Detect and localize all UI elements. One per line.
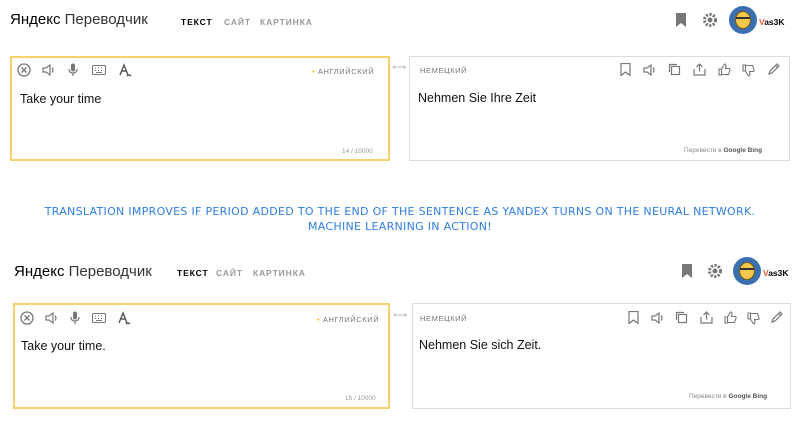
bookmark-icon[interactable]	[628, 311, 639, 324]
tab-site[interactable]: САЙТ	[216, 268, 243, 278]
tab-site[interactable]: САЙТ	[224, 17, 251, 27]
keyboard-icon[interactable]	[92, 313, 106, 323]
tab-image[interactable]: КАРТИНКА	[253, 268, 306, 278]
translated-text: Nehmen Sie sich Zeit.	[419, 338, 542, 352]
source-text-box[interactable]: • АНГЛИЙСКИЙ Take your time 14 / 10000	[10, 56, 390, 161]
translator-panel-after: Яндекс Переводчик ТЕКСТ САЙТ КАРТИНКА Va…	[0, 255, 800, 441]
bookmarks-icon[interactable]	[675, 13, 687, 27]
logo-brand: Яндекс	[10, 11, 61, 28]
clear-icon[interactable]	[17, 63, 31, 77]
keyboard-icon[interactable]	[92, 65, 106, 75]
caption-line-2: MACHINE LEARNING IN ACTION!	[307, 220, 492, 233]
clear-icon[interactable]	[20, 311, 34, 325]
username[interactable]: Vas3K	[763, 268, 789, 278]
thumbs-up-icon[interactable]	[718, 63, 731, 76]
avatar[interactable]	[729, 6, 757, 34]
speaker-icon[interactable]	[45, 312, 59, 324]
speaker-icon[interactable]	[42, 64, 56, 76]
speaker-icon[interactable]	[651, 312, 665, 324]
bookmarks-icon[interactable]	[681, 264, 693, 278]
handwriting-icon[interactable]	[118, 63, 132, 77]
translator-panel-before: Яндекс Переводчик ТЕКСТ САЙТ КАРТИНКА Va…	[0, 0, 800, 170]
edit-icon[interactable]	[767, 63, 780, 76]
source-text[interactable]: Take your time	[20, 92, 101, 106]
char-counter: 15 / 10000	[345, 395, 376, 402]
microphone-icon[interactable]	[68, 63, 78, 77]
copy-icon[interactable]	[668, 63, 681, 76]
share-icon[interactable]	[693, 63, 706, 76]
swap-languages-icon[interactable]: ⟷	[392, 62, 406, 73]
source-language[interactable]: • АНГЛИЙСКИЙ	[317, 315, 379, 324]
copy-icon[interactable]	[675, 311, 688, 324]
char-counter: 14 / 10000	[342, 148, 373, 155]
speaker-icon[interactable]	[643, 64, 657, 76]
tab-text[interactable]: ТЕКСТ	[177, 268, 209, 278]
translated-text: Nehmen Sie Ihre Zeit	[418, 91, 537, 105]
powered-by[interactable]: Перевести в Google Bing	[689, 393, 767, 400]
caption-line-1: TRANSLATION IMPROVES IF PERIOD ADDED TO …	[44, 205, 756, 218]
target-text-box: НЕМЕЦКИЙ Nehmen Sie sich Zeit. Перевести…	[412, 303, 791, 409]
source-text-box[interactable]: • АНГЛИЙСКИЙ Take your time. 15 / 10000	[13, 303, 390, 409]
yandex-logo[interactable]: Яндекс Переводчик	[14, 263, 152, 280]
username[interactable]: Vas3K	[759, 17, 785, 27]
handwriting-icon[interactable]	[117, 311, 131, 325]
logo-product: Переводчик	[68, 263, 152, 280]
source-text[interactable]: Take your time.	[21, 339, 106, 353]
logo-brand: Яндекс	[14, 263, 65, 280]
swap-languages-icon[interactable]: ⟷	[393, 310, 407, 321]
yandex-logo[interactable]: Яндекс Переводчик	[10, 11, 148, 28]
thumbs-down-icon[interactable]	[742, 64, 755, 77]
settings-icon[interactable]	[702, 12, 718, 28]
powered-by[interactable]: Перевести в Google Bing	[684, 147, 762, 154]
source-language[interactable]: • АНГЛИЙСКИЙ	[312, 67, 374, 76]
tab-text[interactable]: ТЕКСТ	[181, 17, 213, 27]
thumbs-down-icon[interactable]	[747, 312, 760, 325]
microphone-icon[interactable]	[70, 311, 80, 325]
thumbs-up-icon[interactable]	[724, 311, 737, 324]
settings-icon[interactable]	[707, 263, 723, 279]
tab-image[interactable]: КАРТИНКА	[260, 17, 313, 27]
bookmark-icon[interactable]	[620, 63, 631, 76]
target-language[interactable]: НЕМЕЦКИЙ	[420, 66, 467, 75]
target-text-box: НЕМЕЦКИЙ Nehmen Sie Ihre Zeit Перевести …	[409, 56, 790, 161]
edit-icon[interactable]	[770, 311, 783, 324]
logo-product: Переводчик	[64, 11, 148, 28]
avatar[interactable]	[733, 257, 761, 285]
share-icon[interactable]	[700, 311, 713, 324]
target-language[interactable]: НЕМЕЦКИЙ	[420, 314, 467, 323]
